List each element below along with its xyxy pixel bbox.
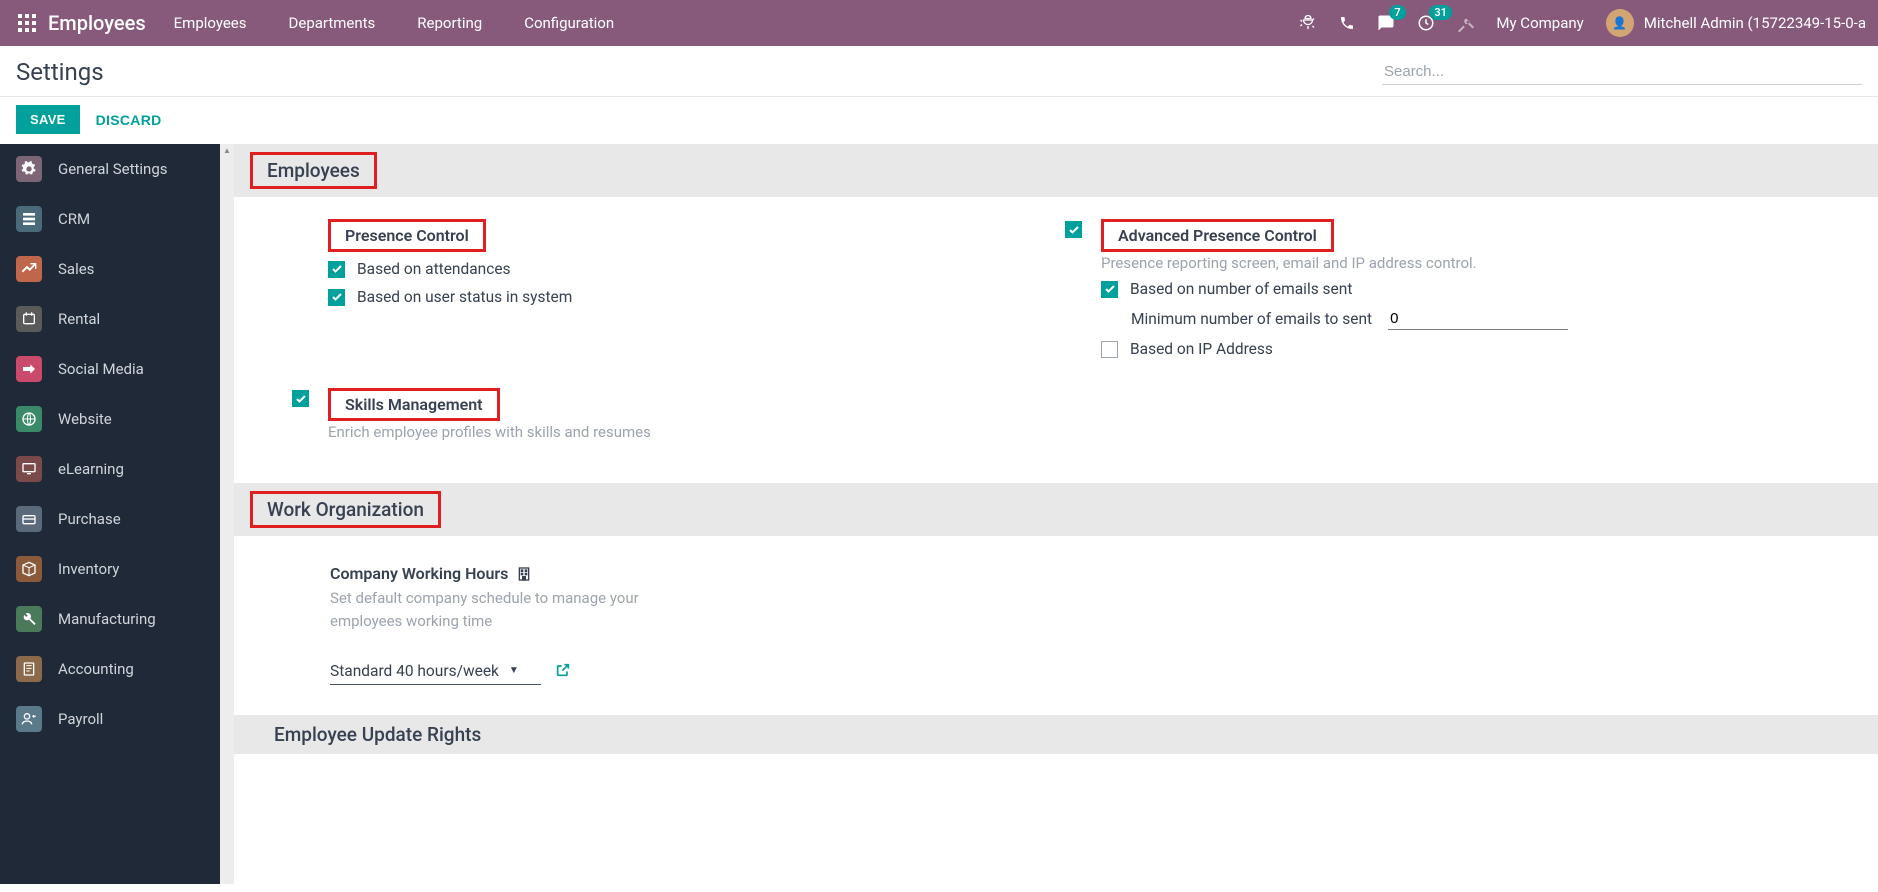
sidebar-item-label: General Settings xyxy=(58,160,168,178)
sidebar-item-elearning[interactable]: eLearning xyxy=(0,444,220,494)
presence-control-title: Presence Control xyxy=(328,219,1025,254)
working-hours-title: Company Working Hours xyxy=(330,564,532,583)
save-button[interactable]: SAVE xyxy=(16,105,80,134)
phone-icon[interactable] xyxy=(1339,15,1355,31)
debug-icon[interactable] xyxy=(1299,14,1317,32)
working-hours-select[interactable]: Standard 40 hours/week ▼ xyxy=(330,660,541,685)
sidebar-item-label: CRM xyxy=(58,210,90,228)
search-input[interactable] xyxy=(1382,59,1862,85)
opt-status-label: Based on user status in system xyxy=(357,288,572,306)
sidebar-item-crm[interactable]: CRM xyxy=(0,194,220,244)
sidebar-item-rental[interactable]: Rental xyxy=(0,294,220,344)
min-emails-label: Minimum number of emails to sent xyxy=(1131,310,1372,328)
skills-title: Skills Management xyxy=(328,388,1025,423)
employees-heading: Employees xyxy=(250,152,377,189)
building-icon xyxy=(516,566,532,582)
sidebar-item-label: Purchase xyxy=(58,510,121,528)
sidebar-item-label: Social Media xyxy=(58,360,144,378)
sidebar-item-label: Payroll xyxy=(58,710,103,728)
update-rights-heading: Employee Update Rights xyxy=(274,723,481,746)
settings-content: Employees Presence Control Based on atte… xyxy=(234,144,1878,884)
chat-badge: 7 xyxy=(1389,5,1405,20)
checkbox-emails[interactable] xyxy=(1101,281,1118,298)
checkbox-ip[interactable] xyxy=(1101,341,1118,358)
activity-badge: 31 xyxy=(1429,5,1452,20)
apps-icon[interactable] xyxy=(6,14,48,32)
sidebar-item-label: eLearning xyxy=(58,460,124,478)
section-header-employees: Employees xyxy=(234,144,1878,197)
activity-icon[interactable]: 31 xyxy=(1417,14,1435,32)
sidebar-item-label: Manufacturing xyxy=(58,610,156,628)
sidebar-item-inventory[interactable]: Inventory xyxy=(0,544,220,594)
min-emails-input[interactable] xyxy=(1388,308,1568,330)
sidebar-item-accounting[interactable]: Accounting xyxy=(0,644,220,694)
sidebar-item-label: Rental xyxy=(58,310,100,328)
advanced-presence-desc: Presence reporting screen, email and IP … xyxy=(1101,254,1798,272)
sidebar-item-sales[interactable]: Sales xyxy=(0,244,220,294)
opt-attendance-label: Based on attendances xyxy=(357,260,511,278)
sidebar-item-label: Inventory xyxy=(58,560,119,578)
top-navbar: Employees Employees Departments Reportin… xyxy=(0,0,1878,46)
sidebar-item-general[interactable]: General Settings xyxy=(0,144,220,194)
sidebar-item-manufacturing[interactable]: Manufacturing xyxy=(0,594,220,644)
company-selector[interactable]: My Company xyxy=(1496,14,1583,32)
checkbox-attendance[interactable] xyxy=(328,261,345,278)
opt-ip-label: Based on IP Address xyxy=(1130,340,1273,358)
section-header-work-org: Work Organization xyxy=(234,483,1878,536)
menu-departments[interactable]: Departments xyxy=(289,14,376,32)
avatar: 👤 xyxy=(1606,9,1634,37)
sidebar-item-payroll[interactable]: Payroll xyxy=(0,694,220,744)
content-scrollbar[interactable]: ▲ xyxy=(220,144,234,884)
external-link-icon[interactable] xyxy=(555,662,571,682)
action-bar: SAVE DISCARD xyxy=(0,97,1878,144)
page-title: Settings xyxy=(16,58,104,86)
user-name: Mitchell Admin (15722349-15-0-a xyxy=(1644,14,1866,32)
checkbox-advanced-presence[interactable] xyxy=(1065,221,1082,238)
sidebar-item-website[interactable]: Website xyxy=(0,394,220,444)
sidebar-item-label: Website xyxy=(58,410,112,428)
opt-emails-label: Based on number of emails sent xyxy=(1130,280,1352,298)
header-bar: Settings xyxy=(0,46,1878,97)
advanced-presence-title: Advanced Presence Control xyxy=(1101,219,1798,254)
settings-sidebar: General Settings CRM Sales Rental Social… xyxy=(0,144,220,884)
chat-icon[interactable]: 7 xyxy=(1377,14,1395,32)
chevron-down-icon: ▼ xyxy=(509,665,519,676)
top-menu: Employees Departments Reporting Configur… xyxy=(174,14,614,32)
user-menu[interactable]: 👤 Mitchell Admin (15722349-15-0-a xyxy=(1606,9,1866,37)
checkbox-user-status[interactable] xyxy=(328,289,345,306)
section-header-update-rights: Employee Update Rights xyxy=(234,715,1878,754)
menu-employees[interactable]: Employees xyxy=(174,14,247,32)
tools-icon[interactable] xyxy=(1457,15,1474,32)
work-org-heading: Work Organization xyxy=(250,491,441,528)
skills-desc: Enrich employee profiles with skills and… xyxy=(328,423,1025,441)
discard-button[interactable]: DISCARD xyxy=(96,112,162,128)
sidebar-item-label: Sales xyxy=(58,260,94,278)
sidebar-item-purchase[interactable]: Purchase xyxy=(0,494,220,544)
menu-configuration[interactable]: Configuration xyxy=(524,14,614,32)
sidebar-item-label: Accounting xyxy=(58,660,134,678)
sidebar-item-social[interactable]: Social Media xyxy=(0,344,220,394)
working-hours-desc: Set default company schedule to manage y… xyxy=(330,587,660,634)
checkbox-skills[interactable] xyxy=(292,390,309,407)
menu-reporting[interactable]: Reporting xyxy=(417,14,482,32)
app-brand[interactable]: Employees xyxy=(48,11,146,35)
